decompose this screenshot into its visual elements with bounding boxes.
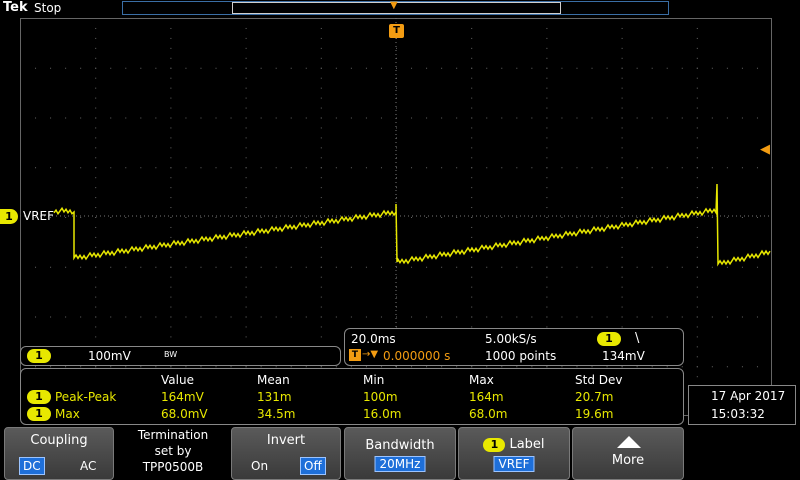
ch1-waveform [53,183,771,267]
meas-header-max: Max [469,373,494,387]
label-ch1-badge: 1 [483,438,506,452]
tek-logo: Tek [3,0,28,15]
meas-header-min: Min [363,373,385,387]
meas-cell: 68.0m [469,407,508,421]
meas-row-badge: 1 [27,390,51,404]
coupling-button[interactable]: Coupling DC AC [4,427,114,480]
sample-rate: 5.00kS/s [485,332,537,346]
ch1-ground-marker[interactable]: 1 [0,209,18,224]
coupling-ac-option[interactable]: AC [77,458,99,474]
trigger-level-icon[interactable]: ◀ [760,142,770,157]
measurements-panel[interactable]: Value Mean Min Max Std Dev 1 Peak-Peak 1… [20,368,684,425]
meas-cell: 164m [469,390,504,404]
coupling-dc-option[interactable]: DC [19,457,45,475]
invert-on-option[interactable]: On [248,458,271,474]
invert-title: Invert [266,433,306,448]
ch1-waveform-label: VREF [23,209,55,223]
termination-line1: Termination [137,428,209,442]
coupling-title: Coupling [30,433,88,448]
meas-row-badge: 1 [27,407,51,421]
bandwidth-button[interactable]: Bandwidth 20MHz [344,427,456,480]
trigger-source-badge: 1 [597,332,621,346]
meas-header-mean: Mean [257,373,290,387]
meas-header-value: Value [161,373,194,387]
timebase-info-box[interactable]: 20.0ms 5.00kS/s T →▼ 0.000000 s 1000 poi… [344,328,684,366]
meas-row-name: Max [55,407,80,421]
meas-cell: 20.7m [575,390,614,404]
bandwidth-value: 20MHz [374,456,426,472]
termination-line2: set by [154,444,192,458]
label-value: VREF [493,456,535,472]
meas-cell: 16.0m [363,407,402,421]
delay-arrow-icon: →▼ [362,349,379,360]
ch1-badge: 1 [27,349,51,363]
label-title-row: 1 Label [459,437,569,452]
termination-button[interactable]: Termination set by TPP0500B [117,427,229,480]
termination-line3: TPP0500B [142,460,204,474]
meas-cell: 34.5m [257,407,296,421]
bandwidth-title: Bandwidth [365,438,435,453]
trigger-slope-icon: \ [635,331,640,346]
meas-header-stddev: Std Dev [575,373,623,387]
meas-cell: 100m [363,390,398,404]
meas-row-name: Peak-Peak [55,390,117,404]
label-button[interactable]: 1 Label VREF [458,427,570,480]
invert-off-option[interactable]: Off [300,457,326,475]
meas-cell: 131m [257,390,292,404]
record-length: 1000 points [485,349,557,363]
run-state-label: Stop [34,1,62,15]
meas-cell: 19.6m [575,407,614,421]
horizontal-delay: 0.000000 s [383,349,451,363]
bandwidth-limit-icon: BW [164,350,178,359]
up-triangle-icon [617,436,641,448]
trigger-level-readout: 134mV [602,349,645,363]
meas-cell: 68.0mV [161,407,208,421]
more-title: More [611,453,645,468]
ch1-info-bar[interactable]: 1 100mV BW [20,346,341,366]
date-label: 17 Apr 2017 [711,389,786,403]
invert-button[interactable]: Invert On Off [231,427,341,480]
top-status-bar: Tek Stop ▼ [0,0,800,18]
ch1-vertical-scale: 100mV [88,349,131,363]
label-title: Label [509,437,545,452]
horizontal-scale: 20.0ms [351,332,396,346]
meas-cell: 164mV [161,390,204,404]
trigger-position-icon: ▼ [390,0,398,11]
trigger-icon: T [349,349,361,361]
datetime-box: 17 Apr 2017 15:03:32 [688,385,796,425]
trigger-time-marker[interactable]: T [389,24,404,38]
bottom-menu-bar: Coupling DC AC Termination set by TPP050… [0,427,800,480]
more-button[interactable]: More [572,427,684,480]
time-label: 15:03:32 [711,407,765,421]
